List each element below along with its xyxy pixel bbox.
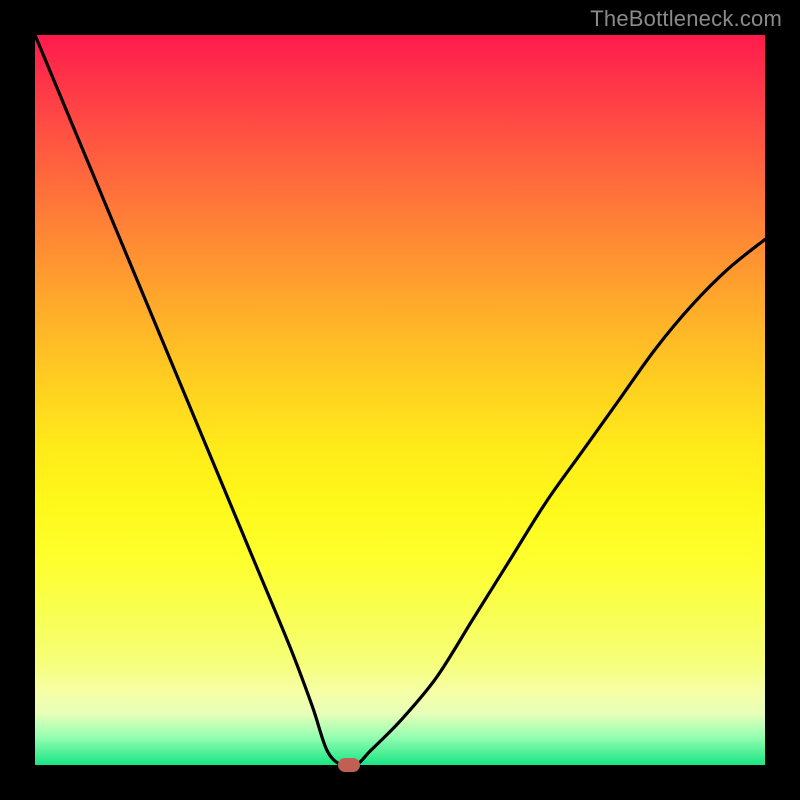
chart-frame: TheBottleneck.com	[0, 0, 800, 800]
plot-area	[35, 35, 765, 765]
optimum-marker	[338, 758, 360, 772]
watermark-text: TheBottleneck.com	[590, 6, 782, 32]
bottleneck-curve	[35, 35, 765, 765]
